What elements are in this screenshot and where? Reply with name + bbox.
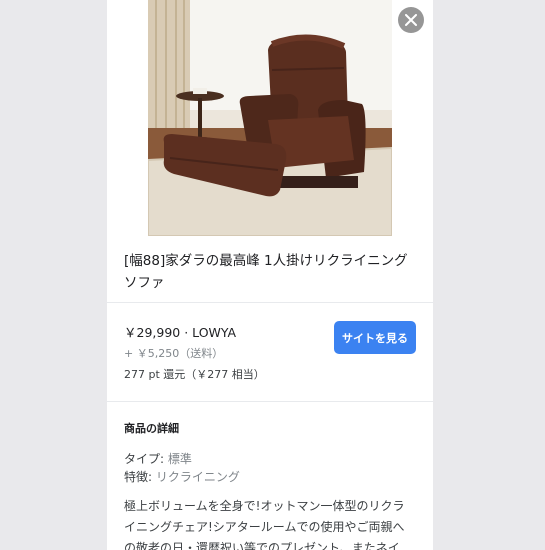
spec-feature: 特徴: リクライニング bbox=[124, 468, 240, 485]
product-title: [幅88]家ダラの最高峰 1人掛けリクライニング ソファ bbox=[124, 250, 424, 294]
divider bbox=[107, 302, 433, 303]
divider bbox=[107, 401, 433, 402]
close-button[interactable] bbox=[398, 7, 424, 33]
product-image[interactable] bbox=[148, 0, 392, 236]
product-title-line-1: [幅88]家ダラの最高峰 1人掛けリクライニング bbox=[124, 253, 408, 269]
product-title-line-2: ソファ bbox=[124, 275, 165, 291]
product-description: 極上ボリュームを全身で!オットマン一体型のリクラ イニングチェア!シアタールーム… bbox=[124, 499, 405, 550]
spec-label: 特徴: bbox=[124, 470, 156, 484]
spec-value: 標準 bbox=[167, 452, 192, 466]
price-seller-line: ￥29,990 · LOWYA bbox=[124, 322, 236, 341]
spec-label: タイプ: bbox=[124, 452, 168, 466]
spec-value: リクライニング bbox=[155, 470, 240, 484]
seller-name: LOWYA bbox=[192, 325, 237, 340]
price: ￥29,990 bbox=[124, 325, 181, 340]
visit-site-button[interactable]: サイトを見る bbox=[334, 321, 416, 354]
spec-type: タイプ: 標準 bbox=[124, 450, 192, 467]
close-icon bbox=[405, 14, 417, 26]
shipping-cost: + ￥5,250（送料） bbox=[124, 347, 224, 360]
details-heading: 商品の詳細 bbox=[124, 422, 179, 435]
backdrop-left bbox=[0, 0, 107, 550]
product-photo-illustration bbox=[148, 0, 392, 236]
backdrop-right bbox=[433, 0, 545, 550]
points-reward: 277 pt 還元（￥277 相当） bbox=[124, 368, 265, 381]
product-panel: [幅88]家ダラの最高峰 1人掛けリクライニング ソファ ￥29,990 · L… bbox=[107, 0, 433, 550]
separator: · bbox=[180, 325, 193, 340]
